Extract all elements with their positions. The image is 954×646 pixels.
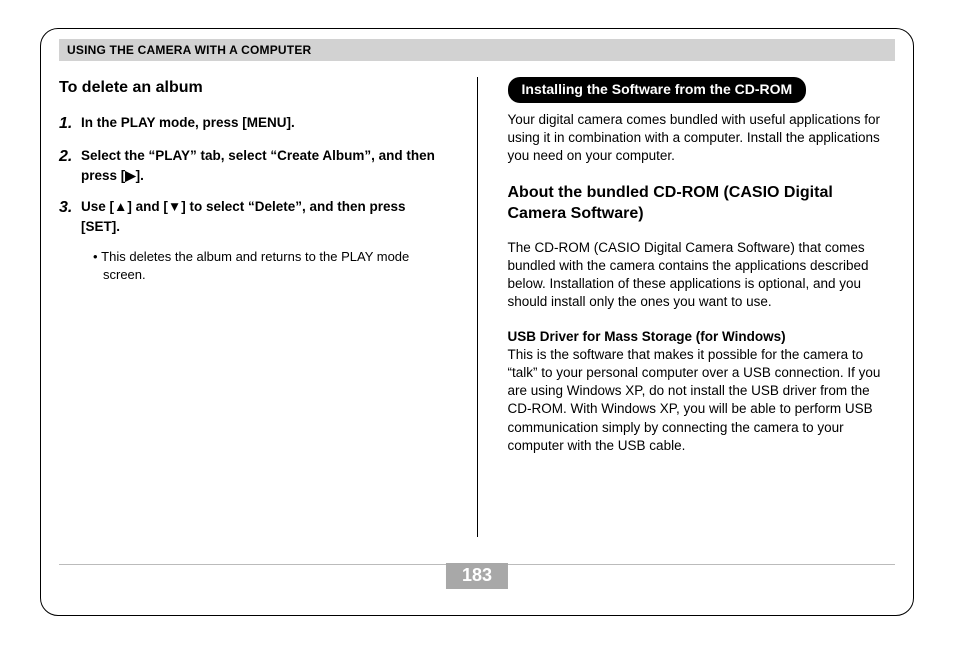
bullet-dot: •: [93, 249, 101, 264]
manual-page: USING THE CAMERA WITH A COMPUTER To dele…: [0, 0, 954, 646]
step-item: 1. In the PLAY mode, press [MENU].: [59, 113, 447, 135]
step-sub-bullet: • This deletes the album and returns to …: [93, 248, 447, 283]
page-frame: USING THE CAMERA WITH A COMPUTER To dele…: [40, 28, 914, 616]
right-column: Installing the Software from the CD-ROM …: [508, 77, 896, 537]
step-number: 1.: [59, 113, 81, 135]
left-column: To delete an album 1. In the PLAY mode, …: [59, 77, 447, 537]
step-text: In the PLAY mode, press [MENU].: [81, 113, 295, 135]
topic-pill: Installing the Software from the CD-ROM: [508, 77, 807, 103]
step-item: 2. Select the “PLAY” tab, select “Create…: [59, 146, 447, 185]
step-number: 3.: [59, 197, 81, 236]
two-column-layout: To delete an album 1. In the PLAY mode, …: [59, 77, 895, 537]
right-heading: About the bundled CD-ROM (CASIO Digital …: [508, 182, 896, 225]
sub-heading: USB Driver for Mass Storage (for Windows…: [508, 328, 896, 346]
body-paragraph-2: This is the software that makes it possi…: [508, 346, 896, 455]
footer-rule: 183: [59, 564, 895, 593]
step-item: 3. Use [▲] and [▼] to select “Delete”, a…: [59, 197, 447, 236]
left-heading: To delete an album: [59, 77, 447, 99]
section-header-bar: USING THE CAMERA WITH A COMPUTER: [59, 39, 895, 61]
page-number: 183: [446, 563, 508, 589]
body-paragraph-1: The CD-ROM (CASIO Digital Camera Softwar…: [508, 239, 896, 312]
sub-bullet-text: This deletes the album and returns to th…: [101, 249, 409, 282]
intro-paragraph: Your digital camera comes bundled with u…: [508, 111, 896, 166]
column-divider: [477, 77, 478, 537]
step-text: Use [▲] and [▼] to select “Delete”, and …: [81, 197, 447, 236]
steps-list: 1. In the PLAY mode, press [MENU]. 2. Se…: [59, 113, 447, 237]
step-number: 2.: [59, 146, 81, 185]
step-text: Select the “PLAY” tab, select “Create Al…: [81, 146, 447, 185]
